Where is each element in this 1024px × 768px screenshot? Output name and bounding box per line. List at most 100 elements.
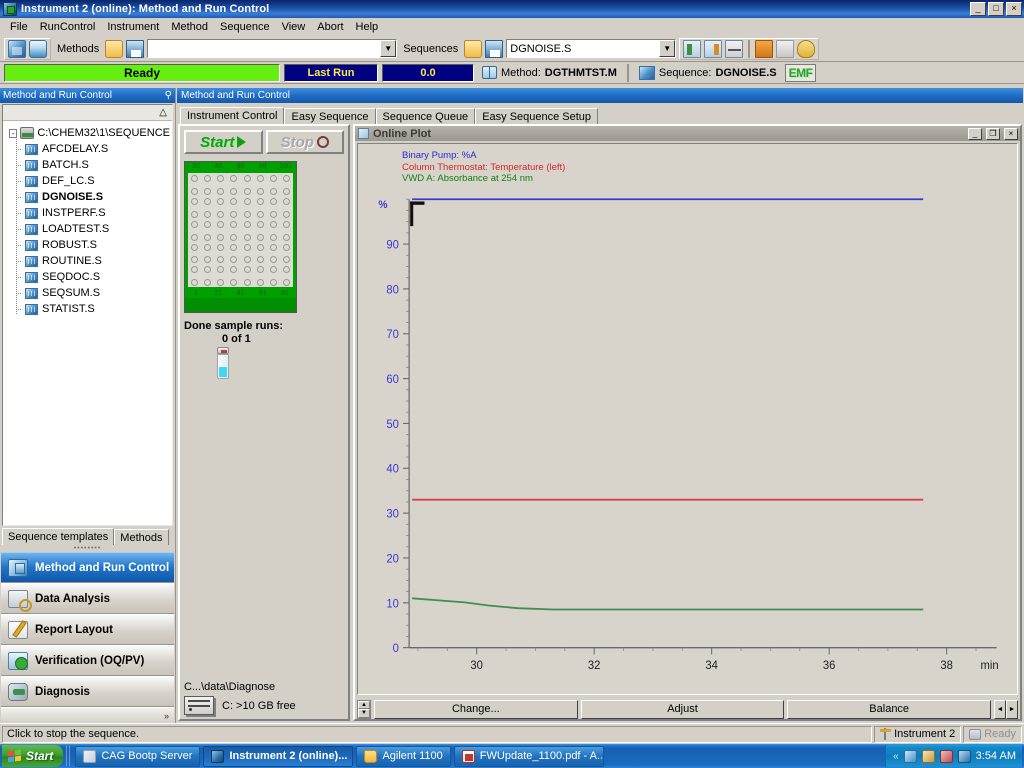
tree-item[interactable]: INSTPERF.S	[5, 203, 170, 221]
menu-item-help[interactable]: Help	[350, 19, 385, 35]
taskbar-item-agilent-1100[interactable]: Agilent 1100	[356, 745, 451, 767]
plot-spinner[interactable]: ▲ ▼	[357, 699, 371, 719]
sequence-combo-chevron-down-icon[interactable]: ▼	[659, 40, 676, 57]
scroll-right-icon[interactable]: ►	[1006, 699, 1019, 719]
open-method-icon[interactable]	[105, 39, 124, 58]
tray-vial-position[interactable]	[282, 188, 290, 196]
tray-vial-position[interactable]	[282, 220, 290, 228]
tray-vial-position[interactable]	[230, 197, 238, 205]
tray-vial-position[interactable]	[217, 220, 225, 228]
sort-icon[interactable]: △	[159, 107, 167, 118]
tree-item[interactable]: LOADTEST.S	[5, 219, 170, 237]
tray-vial-position[interactable]	[204, 210, 212, 218]
sidebar-item-diagnosis[interactable]: Diagnosis	[1, 676, 174, 707]
tray-vial-position[interactable]	[191, 220, 199, 228]
tray-vial-position[interactable]	[282, 197, 290, 205]
tray-vial-position[interactable]	[282, 256, 290, 264]
tray-vial-position[interactable]	[243, 220, 251, 228]
tray-vial-position[interactable]	[256, 220, 264, 228]
tray-vial-position[interactable]	[230, 175, 238, 183]
tray-vial-position[interactable]	[217, 175, 225, 183]
splitter-grip[interactable]: ••••••••	[0, 545, 175, 552]
spinner-down-icon[interactable]: ▼	[358, 709, 370, 718]
tray-expand-chevron-icon[interactable]: «	[893, 751, 899, 762]
tray-vial-position[interactable]	[230, 256, 238, 264]
save-method-icon[interactable]	[126, 39, 145, 58]
manual-control-icon[interactable]	[797, 39, 816, 58]
tray-vial-position[interactable]	[230, 243, 238, 251]
sample-tray[interactable]: 20 40 60 80 100 1 21 41 61 81	[184, 161, 297, 313]
sidebar-item-verification[interactable]: Verification (OQ/PV)	[1, 645, 174, 676]
tray-vial-position[interactable]	[256, 279, 264, 287]
sidebar-item-method-and-run-control[interactable]: Method and Run Control	[1, 552, 174, 583]
vial-icon[interactable]	[29, 39, 47, 58]
minimize-button[interactable]: _	[970, 2, 986, 16]
tray-vial-position[interactable]	[230, 279, 238, 287]
tray-vial-position[interactable]	[269, 197, 277, 205]
tray-vial-position[interactable]	[217, 233, 225, 241]
tray-vial-position[interactable]	[217, 188, 225, 196]
tab-sequence-templates[interactable]: Sequence templates	[2, 528, 115, 545]
tray-vial-position[interactable]	[269, 243, 277, 251]
tray-vial-position[interactable]	[191, 266, 199, 274]
tree-item[interactable]: DEF_LC.S	[5, 171, 170, 189]
tray-vial-position[interactable]	[204, 188, 212, 196]
menu-item-abort[interactable]: Abort	[311, 19, 349, 35]
tray-vial-position[interactable]	[243, 210, 251, 218]
tray-vial-position[interactable]	[217, 266, 225, 274]
plot-close-button[interactable]: ×	[1004, 127, 1018, 140]
tray-vial-position[interactable]	[256, 233, 264, 241]
tree-item[interactable]: SEQDOC.S	[5, 267, 170, 285]
tray-vial-position[interactable]	[243, 256, 251, 264]
spinner-up-icon[interactable]: ▲	[358, 700, 370, 709]
taskbar-item-cag-bootp[interactable]: CAG Bootp Server	[75, 745, 201, 767]
tree-expander-icon[interactable]: -	[9, 128, 18, 138]
tray-vial-position[interactable]	[217, 197, 225, 205]
close-button[interactable]: ×	[1006, 2, 1022, 16]
tray-vial-position[interactable]	[191, 197, 199, 205]
tree-item[interactable]: ROBUST.S	[5, 235, 170, 253]
tray-vial-position[interactable]	[204, 243, 212, 251]
tray-vial-position[interactable]	[269, 266, 277, 274]
save-sequence-icon[interactable]	[485, 39, 504, 58]
tray-vial-position[interactable]	[256, 175, 264, 183]
method-combo-chevron-down-icon[interactable]: ▼	[380, 40, 397, 57]
balance-button[interactable]: Balance	[787, 699, 992, 719]
tray-vial-position[interactable]	[191, 233, 199, 241]
tree-item[interactable]: AFCDELAY.S	[5, 139, 170, 157]
plot-scroll-arrows[interactable]: ◄ ►	[994, 699, 1019, 719]
menu-item-method[interactable]: Method	[165, 19, 214, 35]
tray-vial-position[interactable]	[269, 279, 277, 287]
change-button[interactable]: Change...	[374, 699, 578, 719]
tree-item[interactable]: BATCH.S	[5, 155, 170, 173]
status-view-icon[interactable]	[725, 39, 744, 58]
stop-button[interactable]: Stop	[265, 130, 344, 154]
plot-minimize-button[interactable]: _	[968, 127, 982, 140]
tray-vial-position[interactable]	[256, 188, 264, 196]
report-icon[interactable]	[755, 39, 774, 58]
tray-vial-position[interactable]	[243, 188, 251, 196]
tree-item[interactable]: SEQSUM.S	[5, 283, 170, 301]
tray-vial-position[interactable]	[282, 243, 290, 251]
tray-vial-position[interactable]	[230, 220, 238, 228]
plot-restore-button[interactable]: ❐	[986, 127, 1000, 140]
tray-vial-position[interactable]	[204, 197, 212, 205]
print-preview-icon[interactable]	[776, 39, 795, 58]
tray-vial-position[interactable]	[243, 279, 251, 287]
tray-vial-position[interactable]	[230, 266, 238, 274]
tray-vial-position[interactable]	[282, 175, 290, 183]
tray-vial-position[interactable]	[191, 175, 199, 183]
tray-vial-position[interactable]	[256, 256, 264, 264]
tab-easy-sequence[interactable]: Easy Sequence	[284, 108, 376, 124]
menu-item-view[interactable]: View	[276, 19, 312, 35]
start-menu-button[interactable]: Start	[2, 745, 64, 767]
tray-vial-position[interactable]	[282, 210, 290, 218]
maximize-button[interactable]: □	[988, 2, 1004, 16]
tray-vial-position[interactable]	[191, 279, 199, 287]
plot-canvas[interactable]: 0 10 20 30 40 50 60 70 80 90% 30 32 34 36 38 min	[360, 188, 1015, 693]
tray-vial-position[interactable]	[243, 266, 251, 274]
tab-instrument-control[interactable]: Instrument Control	[180, 107, 285, 124]
tray-vial-position[interactable]	[230, 233, 238, 241]
update-icon[interactable]	[939, 749, 953, 763]
tree-item[interactable]: DGNOISE.S	[5, 187, 170, 205]
